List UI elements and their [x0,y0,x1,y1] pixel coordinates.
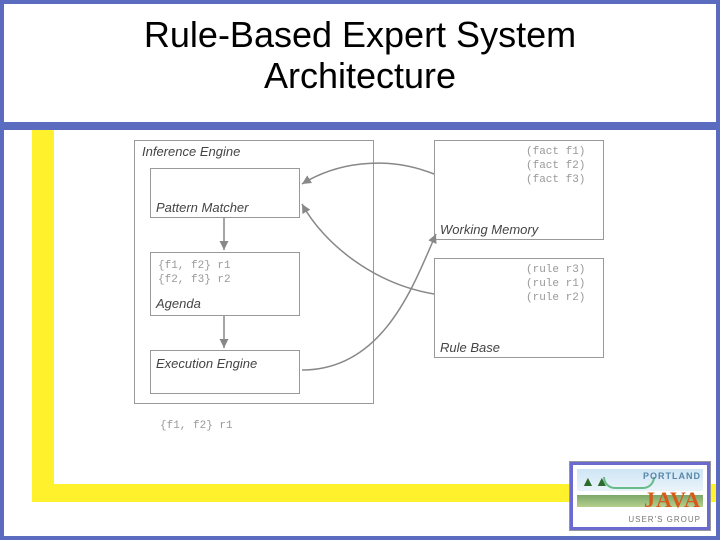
slide-title: Rule-Based Expert System Architecture [4,14,716,97]
agenda-content: {f1, f2} r1 {f2, f3} r2 [158,260,231,288]
logo-main-text: JAVA [644,487,701,513]
title-divider [4,122,716,130]
inference-engine-label: Inference Engine [142,144,240,159]
slide: Rule-Based Expert System Architecture In… [4,4,716,536]
content-area: Inference Engine Pattern Matcher {f1, f2… [64,134,696,476]
execution-content: {f1, f2} r1 [160,420,233,434]
rule-base-label: Rule Base [440,340,500,355]
rule-base-content: (rule r3) (rule r1) (rule r2) [526,264,585,305]
pattern-matcher-label: Pattern Matcher [156,200,249,215]
logo-sub-text: USER'S GROUP [628,515,701,524]
logo-top-text: PORTLAND [643,471,701,481]
title-bar: Rule-Based Expert System Architecture [4,4,716,122]
agenda-label: Agenda [156,296,201,311]
working-memory-content: (fact f1) (fact f2) (fact f3) [526,146,585,187]
logo-badge: ▲▲ PORTLAND JAVA USER'S GROUP [570,462,710,530]
title-line-1: Rule-Based Expert System [144,14,576,55]
execution-engine-label: Execution Engine [156,356,257,371]
title-line-2: Architecture [264,55,456,96]
architecture-diagram: Inference Engine Pattern Matcher {f1, f2… [64,134,664,494]
working-memory-label: Working Memory [440,222,538,237]
